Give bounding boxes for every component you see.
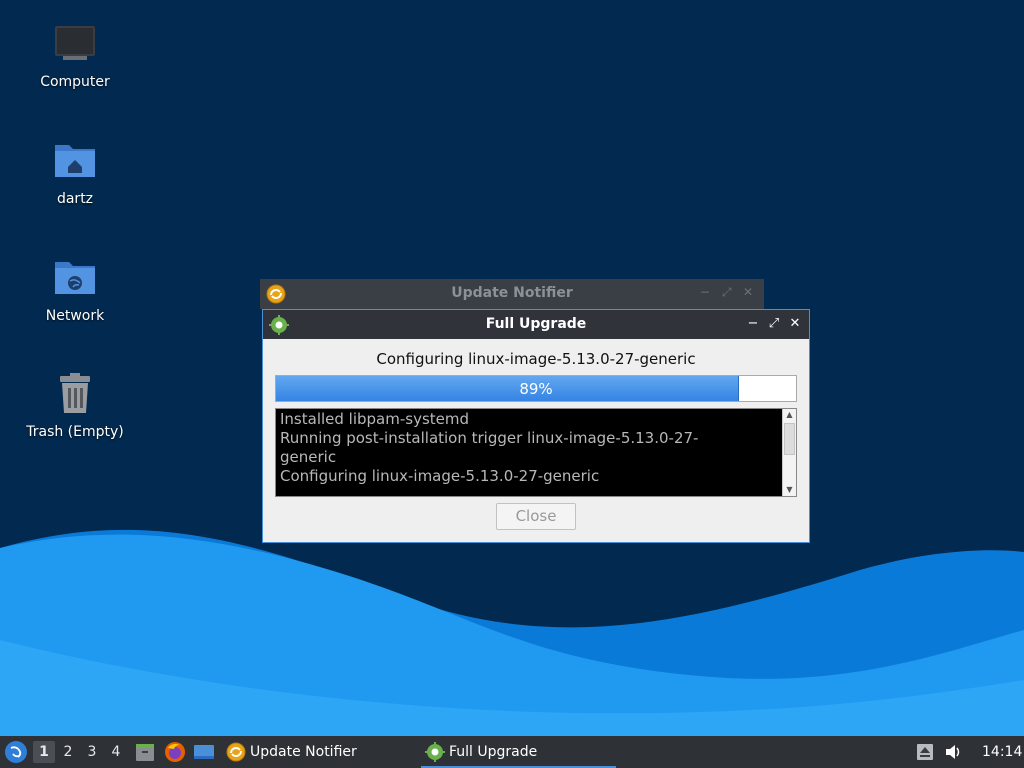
task-update-notifier[interactable]: Update Notifier [222,736,410,768]
update-notifier-icon [226,742,246,762]
window-title: Update Notifier [451,285,573,301]
minimize-button[interactable]: − [700,285,710,299]
workspace-3[interactable]: 3 [81,741,103,763]
desktop-icon-trash[interactable]: Trash (Empty) [15,372,135,440]
terminal-log[interactable]: Installed libpam-systemd Running post-in… [275,408,797,497]
close-button[interactable]: ✕ [743,285,753,299]
log-line: Installed libpam-systemd [280,410,470,428]
progress-bar: 89% [275,375,797,402]
clock[interactable]: 14:14 [982,736,1022,768]
network-folder-icon [55,262,95,294]
desktop-icon-label: Trash (Empty) [26,424,124,440]
taskbar: 1 2 3 4 Update Notifier Full Upgrade 14:… [0,736,1024,768]
log-line: generic [280,448,337,466]
maximize-button[interactable]: ⤢ [722,285,732,300]
log-line: Running post-installation trigger linux-… [280,429,699,447]
dialog-titlebar[interactable]: Full Upgrade − ⤢ ✕ [263,310,809,339]
workspace-2[interactable]: 2 [57,741,79,763]
volume-icon[interactable] [943,742,963,762]
desktop-icon-label: dartz [56,191,94,207]
file-manager-icon[interactable] [134,741,156,763]
desktop-icon[interactable] [193,741,215,763]
progress-label: 89% [519,380,553,398]
desktop-icon-home[interactable]: dartz [15,139,135,207]
dialog-title: Full Upgrade [485,316,587,332]
firefox-icon[interactable] [164,741,186,763]
desktop-icon-network[interactable]: Network [15,256,135,324]
task-full-upgrade[interactable]: Full Upgrade [421,736,616,768]
start-menu-icon[interactable] [4,740,28,764]
task-label: Update Notifier [250,744,357,760]
log-scrollbar[interactable]: ▲ ▼ [782,409,796,496]
scroll-down-icon[interactable]: ▼ [783,484,796,496]
workspace-4[interactable]: 4 [105,741,127,763]
computer-icon [55,26,95,60]
scrollbar-thumb[interactable] [784,423,795,455]
close-button[interactable]: Close [496,503,576,530]
gear-icon [425,742,445,762]
scroll-up-icon[interactable]: ▲ [783,409,796,421]
desktop-icon-label: Computer [40,74,110,90]
full-upgrade-dialog[interactable]: Full Upgrade − ⤢ ✕ Configuring linux-ima… [262,309,810,543]
desktop-icon-computer[interactable]: Computer [15,22,135,90]
home-folder-icon [55,145,95,177]
update-available-icon[interactable] [915,742,935,762]
task-label: Full Upgrade [449,744,538,760]
update-notifier-window[interactable]: Update Notifier − ⤢ ✕ [260,279,764,309]
desktop-icon-label: Network [45,308,105,324]
log-line: Configuring linux-image-5.13.0-27-generi… [280,467,600,485]
trash-icon [60,373,90,413]
maximize-button[interactable]: ⤢ [766,315,782,333]
workspace-1[interactable]: 1 [33,741,55,763]
status-text: Configuring linux-image-5.13.0-27-generi… [376,350,696,368]
minimize-button[interactable]: − [745,315,761,333]
close-window-button[interactable]: ✕ [787,315,803,333]
